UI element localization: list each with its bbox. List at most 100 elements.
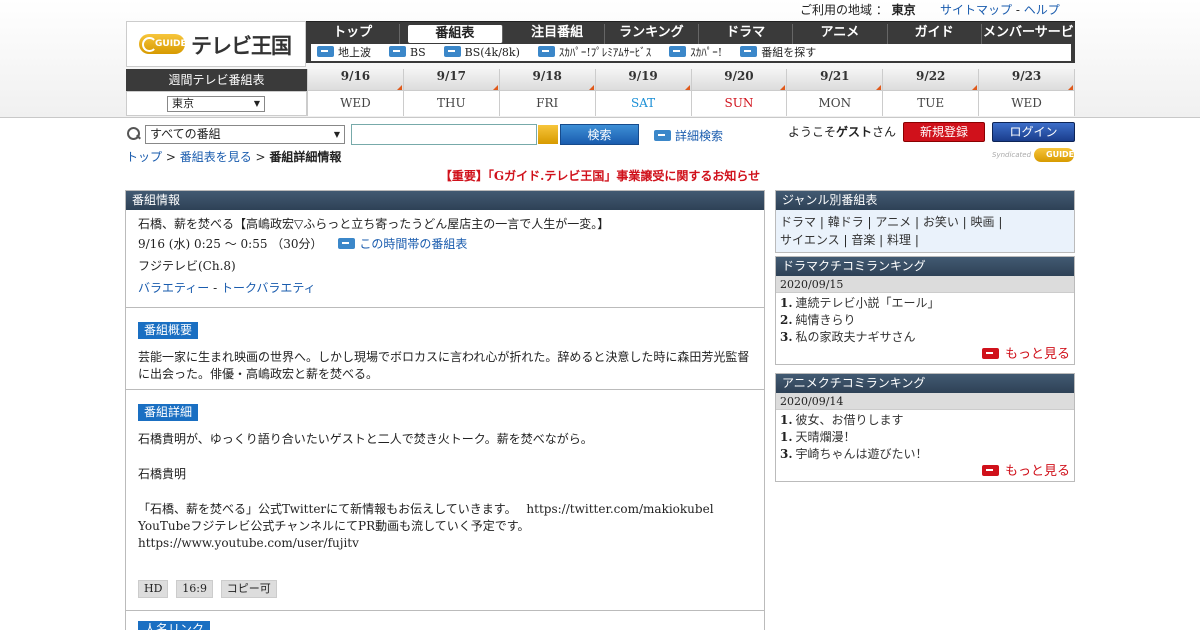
category-select[interactable]: すべての番組 [145, 125, 345, 144]
nav-tab-ranking[interactable]: ランキング [605, 24, 699, 44]
nav-tab-anime[interactable]: アニメ [793, 24, 888, 44]
genre-link[interactable]: サイエンス [780, 233, 840, 247]
drama-ranking-box: ドラマクチコミランキング 2020/09/15 1. 連続テレビ小説「エール」 2.… [775, 256, 1075, 365]
date-column[interactable]: 9/16 WED [307, 69, 403, 116]
date-column[interactable]: 9/19 SAT [594, 69, 691, 116]
date-label[interactable]: 9/17 [403, 69, 499, 91]
drama-more-link[interactable]: もっと見る [981, 347, 1070, 362]
logo-text: テレビ王国 [191, 34, 292, 58]
subnav-skyperfect[interactable]: ｽｶﾊﾟｰ! [663, 44, 722, 61]
main-nav: トップ 番組表 注目番組 ランキング ドラマ アニメ ガイド メンバーサービス … [306, 21, 1075, 63]
arrow-icon [443, 46, 461, 57]
notice-link[interactable]: 【重要】「Gガイド.テレビ王国」事業譲受に関するお知らせ [440, 169, 760, 183]
ranking-title-link[interactable]: 彼女、お借りします [796, 413, 904, 427]
date-column[interactable]: 9/17 THU [402, 69, 499, 116]
drama-ranking-date: 2020/09/15 [776, 276, 1074, 293]
date-label[interactable]: 9/16 [308, 69, 403, 91]
search-button[interactable]: 検索 [560, 124, 639, 145]
date-label[interactable]: 9/23 [979, 69, 1074, 91]
nav-tab-guide[interactable]: ガイド [888, 24, 982, 44]
ranking-item: 1. 連続テレビ小説「エール」 [776, 295, 1074, 312]
date-label[interactable]: 9/20 [691, 69, 787, 91]
ranking-number: 3. [780, 330, 793, 344]
ranking-item: 3. 私の家政夫ナギサさん [776, 329, 1074, 346]
gguide-search-icon [538, 125, 558, 144]
register-button[interactable]: 新規登録 [903, 122, 985, 142]
top-utility-bar: ご利用の地域 ： 東京 サイトマップ - ヘルプ [780, 0, 1080, 20]
genre-link[interactable]: お笑い [923, 215, 959, 229]
nav-tab-schedule[interactable]: 番組表 [408, 25, 503, 43]
people-link-label: 人名リンク [138, 621, 211, 630]
program-detail-1: 石橋貴明が、ゆっくり語り合いたいゲストと二人で焚き火トーク。薪を焚べながら。 [138, 432, 593, 446]
tag-copy: コピー可 [220, 580, 277, 598]
subnav-bs4k[interactable]: BS(4k/8k) [438, 44, 520, 61]
genre-main-link[interactable]: バラエティー [138, 281, 209, 295]
weekly-schedule-title: 週間テレビ番組表 [126, 69, 307, 91]
welcome-message: ようこそゲストさん [788, 125, 897, 139]
ranking-title-link[interactable]: 宇崎ちゃんは遊びたい！ [796, 447, 928, 461]
genre-separator: | [958, 215, 971, 229]
genre-link[interactable]: アニメ [875, 215, 911, 229]
subnav-bs[interactable]: BS [383, 44, 426, 61]
date-column[interactable]: 9/23 WED [978, 69, 1075, 116]
date-strip: 9/16 WED 9/17 THU 9/18 FRI 9/19 SAT 9/20 SUN 9/21 M… [307, 69, 1075, 116]
date-column[interactable]: 9/18 FRI [498, 69, 595, 116]
ranking-title-link[interactable]: 天晴爛漫！ [796, 430, 856, 444]
anime-ranking-header: アニメクチコミランキング [776, 374, 1074, 393]
program-info-panel: 番組情報 石橋、薪を焚べる【高嶋政宏▽ふらっと立ち寄ったうどん屋店主の一言で人生… [125, 190, 765, 630]
detail-label: 番組詳細 [138, 404, 199, 421]
genre-link[interactable]: 韓ドラ [828, 215, 864, 229]
area-select[interactable]: 東京 [167, 96, 265, 112]
date-column[interactable]: 9/20 SUN [690, 69, 787, 116]
genre-link[interactable]: 料理 [887, 233, 911, 247]
subnav-terrestrial[interactable]: 地上波 [311, 44, 371, 61]
genre-separator: | [875, 233, 887, 247]
nav-tab-drama[interactable]: ドラマ [699, 24, 794, 44]
search-input[interactable] [351, 124, 537, 145]
sitemap-link[interactable]: サイトマップ [940, 3, 1012, 17]
weekday-label: SAT [595, 91, 691, 116]
area-box: 東京 [126, 91, 307, 116]
date-label[interactable]: 9/18 [499, 69, 595, 91]
genre-sub-link[interactable]: トークバラエティ [221, 281, 316, 295]
subnav-search-program[interactable]: 番組を探す [734, 44, 816, 61]
important-notice: 【重要】「Gガイド.テレビ王国」事業譲受に関するお知らせ [0, 167, 1200, 184]
sub-nav: 地上波 BS BS(4k/8k) ｽｶﾊﾟｰ!ﾌﾟﾚﾐｱﾑｻｰﾋﾞｽ ｽｶﾊﾟｰ… [311, 44, 1071, 61]
ranking-title-link[interactable]: 純情きらり [796, 313, 856, 327]
subnav-skyperfect-premium[interactable]: ｽｶﾊﾟｰ!ﾌﾟﾚﾐｱﾑｻｰﾋﾞｽ [532, 44, 651, 61]
arrow-icon [317, 46, 334, 57]
date-column[interactable]: 9/21 MON [786, 69, 883, 116]
genre-box-header: ジャンル別番組表 [776, 191, 1074, 210]
site-logo[interactable]: GUIDE テレビ王国 [126, 21, 306, 67]
nav-tab-featured[interactable]: 注目番組 [511, 24, 605, 44]
anime-more-link[interactable]: もっと見る [981, 464, 1070, 479]
weekday-label: TUE [883, 91, 979, 116]
genre-separator: | [816, 215, 828, 229]
genre-link[interactable]: ドラマ [780, 215, 816, 229]
date-label[interactable]: 9/21 [787, 69, 883, 91]
timeslot-link[interactable]: この時間帯の番組表 [332, 237, 467, 251]
arrow-icon [981, 465, 999, 476]
tag-aspect: 16:9 [176, 580, 213, 598]
ranking-title-link[interactable]: 私の家政夫ナギサさん [796, 330, 916, 344]
nav-tab-member[interactable]: メンバーサービス [982, 24, 1075, 58]
program-info-header: 番組情報 [126, 191, 764, 210]
ranking-title-link[interactable]: 連続テレビ小説「エール」 [796, 296, 940, 310]
advanced-search-link[interactable]: 詳細検索 [648, 127, 723, 144]
date-label[interactable]: 9/22 [883, 69, 979, 91]
weekday-label: FRI [499, 91, 595, 116]
nav-tab-top[interactable]: トップ [306, 24, 401, 44]
breadcrumb-schedule[interactable]: 番組表を見る [180, 150, 252, 164]
magnifier-icon [126, 126, 142, 142]
drama-ranking-header: ドラマクチコミランキング [776, 257, 1074, 276]
login-button[interactable]: ログイン [992, 122, 1075, 142]
date-column[interactable]: 9/22 TUE [882, 69, 979, 116]
arrow-icon [981, 348, 999, 359]
genre-link[interactable]: 音楽 [851, 233, 875, 247]
help-link[interactable]: ヘルプ [1024, 3, 1060, 17]
arrow-icon [740, 46, 758, 57]
arrow-icon [669, 46, 687, 57]
date-label[interactable]: 9/19 [595, 69, 691, 91]
genre-link[interactable]: 映画 [971, 215, 995, 229]
breadcrumb-top[interactable]: トップ [126, 150, 162, 164]
